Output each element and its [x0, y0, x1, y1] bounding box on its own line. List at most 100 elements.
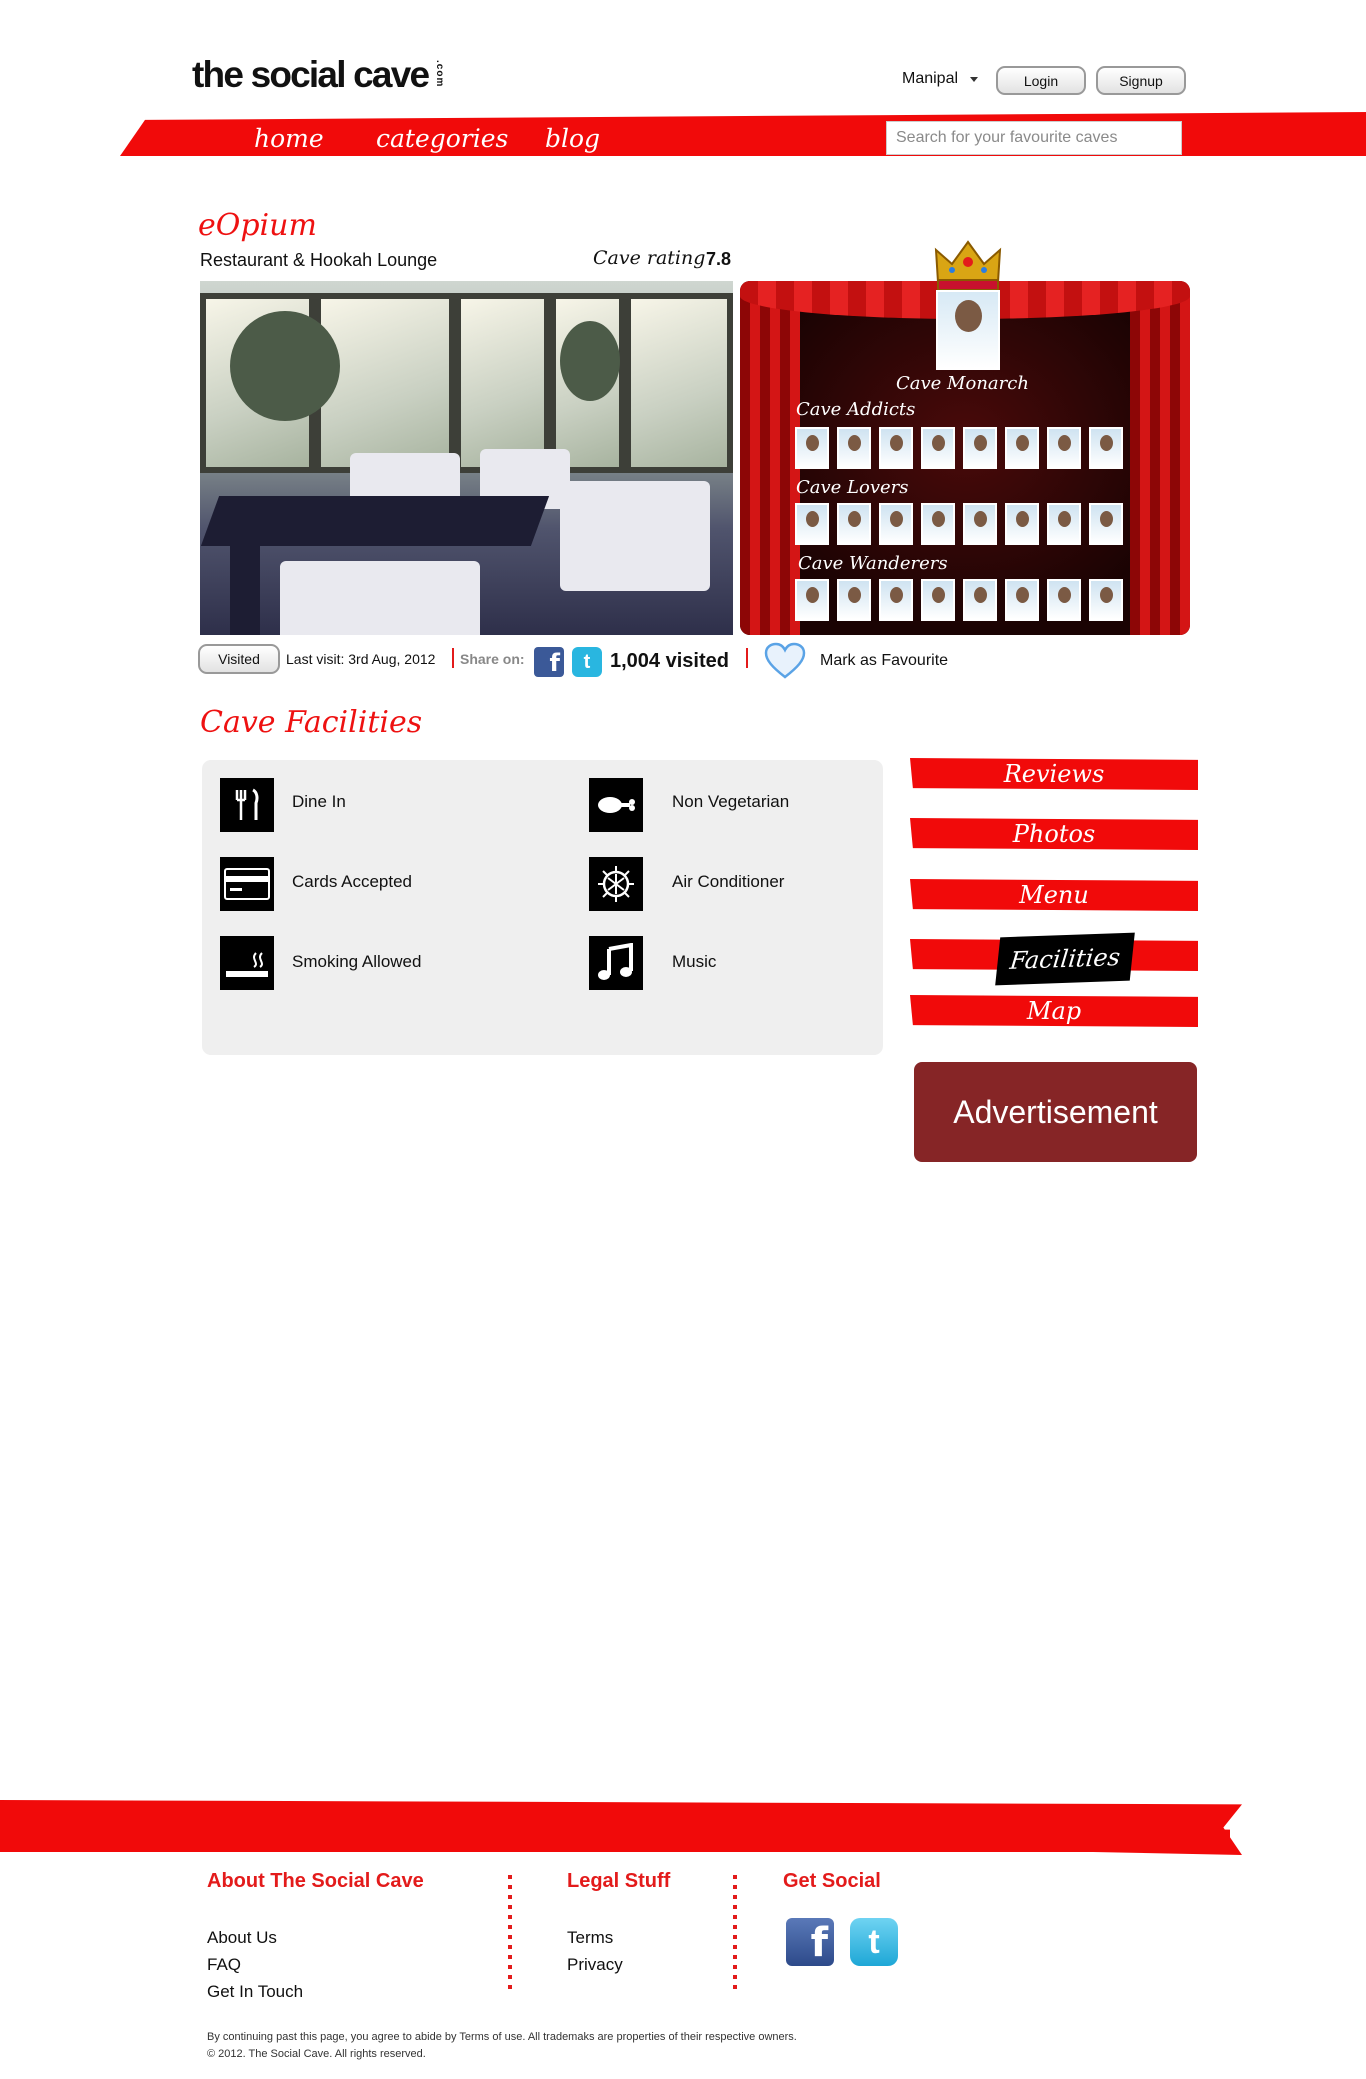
- visited-count: 1,004 visited: [610, 650, 729, 672]
- photo-tree: [230, 311, 340, 421]
- divider: [452, 648, 454, 668]
- avatar[interactable]: [1005, 503, 1039, 545]
- tab-photos[interactable]: Photos: [910, 818, 1198, 850]
- avatar[interactable]: [1089, 579, 1123, 621]
- avatar[interactable]: [879, 579, 913, 621]
- curtain-left: [740, 281, 800, 635]
- wanderers-label: Cave Wanderers: [798, 553, 948, 574]
- city-selector[interactable]: Manipal: [902, 70, 958, 88]
- avatar[interactable]: [837, 503, 871, 545]
- avatar[interactable]: [795, 503, 829, 545]
- avatar[interactable]: [1047, 579, 1081, 621]
- monarch-avatar[interactable]: [936, 290, 1000, 370]
- photo-window: [625, 293, 733, 473]
- avatar[interactable]: [795, 427, 829, 469]
- facilities-title: Cave Facilities: [200, 705, 423, 740]
- share-label: Share on:: [460, 651, 525, 667]
- avatar[interactable]: [837, 427, 871, 469]
- footer-link-terms[interactable]: Terms: [567, 1928, 613, 1948]
- avatar[interactable]: [921, 427, 955, 469]
- facebook-icon[interactable]: f: [786, 1918, 834, 1966]
- avatar[interactable]: [963, 579, 997, 621]
- lovers-avatars: [795, 503, 1123, 545]
- credit-card-icon: [220, 857, 274, 911]
- photo-chair: [280, 561, 480, 635]
- avatar[interactable]: [1089, 427, 1123, 469]
- facility-music: Music: [672, 952, 717, 971]
- avatar[interactable]: [963, 503, 997, 545]
- chevron-down-icon[interactable]: [970, 77, 978, 82]
- avatar[interactable]: [1047, 503, 1081, 545]
- photo-table: [200, 496, 550, 546]
- venue-type: Restaurant & Hookah Lounge: [200, 250, 438, 270]
- avatar[interactable]: [921, 503, 955, 545]
- addicts-avatars: [795, 427, 1123, 469]
- mark-favourite-link[interactable]: Mark as Favourite: [820, 652, 948, 670]
- avatar[interactable]: [879, 503, 913, 545]
- avatar[interactable]: [1005, 427, 1039, 469]
- fork-knife-icon: [220, 778, 274, 832]
- lovers-label: Cave Lovers: [796, 477, 909, 498]
- venue-photo[interactable]: [200, 281, 733, 635]
- last-visit: Last visit: 3rd Aug, 2012: [286, 651, 436, 667]
- photo-table-leg: [230, 546, 260, 635]
- drumstick-icon: [589, 778, 643, 832]
- avatar[interactable]: [1089, 503, 1123, 545]
- curtain-right: [1130, 281, 1190, 635]
- rating-value: 7.8: [706, 249, 732, 269]
- avatar[interactable]: [879, 427, 913, 469]
- footer-link-get-in-touch[interactable]: Get In Touch: [207, 1982, 303, 2002]
- search-input[interactable]: [886, 121, 1182, 155]
- footer-link-privacy[interactable]: Privacy: [567, 1955, 623, 1975]
- login-button[interactable]: Login: [996, 66, 1086, 95]
- site-logo-suffix: .com: [434, 60, 445, 88]
- facebook-icon[interactable]: f: [534, 647, 564, 677]
- avatar[interactable]: [837, 579, 871, 621]
- heart-icon[interactable]: [764, 642, 806, 680]
- cigarette-icon: [220, 936, 274, 990]
- avatar[interactable]: [1005, 579, 1039, 621]
- facility-non-vegetarian: Non Vegetarian: [672, 792, 790, 811]
- wanderers-avatars: [795, 579, 1123, 621]
- signup-button[interactable]: Signup: [1096, 66, 1186, 95]
- photo-window: [455, 293, 550, 473]
- tab-facilities[interactable]: Facilities: [995, 932, 1135, 986]
- nav-home[interactable]: home: [254, 124, 324, 153]
- crown-icon: [934, 240, 1002, 291]
- venue-name: eOpium: [198, 208, 317, 243]
- avatar[interactable]: [795, 579, 829, 621]
- facility-cards-accepted: Cards Accepted: [292, 872, 413, 891]
- footer-divider: [733, 1875, 737, 1993]
- twitter-icon[interactable]: t: [850, 1918, 898, 1966]
- footer-social-title: Get Social: [783, 1870, 881, 1892]
- photo-tree: [560, 321, 620, 401]
- tab-map[interactable]: Map: [910, 995, 1198, 1027]
- avatar[interactable]: [921, 579, 955, 621]
- facility-air-conditioner: Air Conditioner: [672, 872, 785, 891]
- nav-categories[interactable]: categories: [376, 124, 508, 153]
- photo-chair: [560, 481, 710, 591]
- site-logo[interactable]: the social cave: [192, 54, 430, 96]
- tab-menu[interactable]: Menu: [910, 879, 1198, 911]
- footer-link-faq[interactable]: FAQ: [207, 1955, 241, 1975]
- monarch-label: Cave Monarch: [896, 373, 1029, 394]
- avatar[interactable]: [1047, 427, 1081, 469]
- tab-reviews[interactable]: Reviews: [910, 758, 1198, 790]
- facility-dine-in: Dine In: [292, 792, 346, 811]
- advertisement-box[interactable]: Advertisement: [914, 1062, 1197, 1162]
- visited-button[interactable]: Visited: [198, 644, 280, 674]
- divider: [746, 648, 748, 668]
- music-note-icon: [589, 936, 643, 990]
- footer-disclaimer: By continuing past this page, you agree …: [207, 2031, 797, 2043]
- footer-divider: [508, 1875, 512, 1993]
- nav-blog[interactable]: blog: [545, 124, 600, 153]
- facility-smoking-allowed: Smoking Allowed: [292, 952, 422, 971]
- footer-about-title: About The Social Cave: [207, 1870, 424, 1892]
- footer-legal-title: Legal Stuff: [567, 1870, 671, 1892]
- rating-label: Cave rating: [593, 247, 706, 269]
- footer-copyright: © 2012. The Social Cave. All rights rese…: [207, 2048, 426, 2060]
- twitter-icon[interactable]: t: [572, 647, 602, 677]
- avatar[interactable]: [963, 427, 997, 469]
- sun-snowflake-icon: [589, 857, 643, 911]
- footer-link-about-us[interactable]: About Us: [207, 1928, 277, 1948]
